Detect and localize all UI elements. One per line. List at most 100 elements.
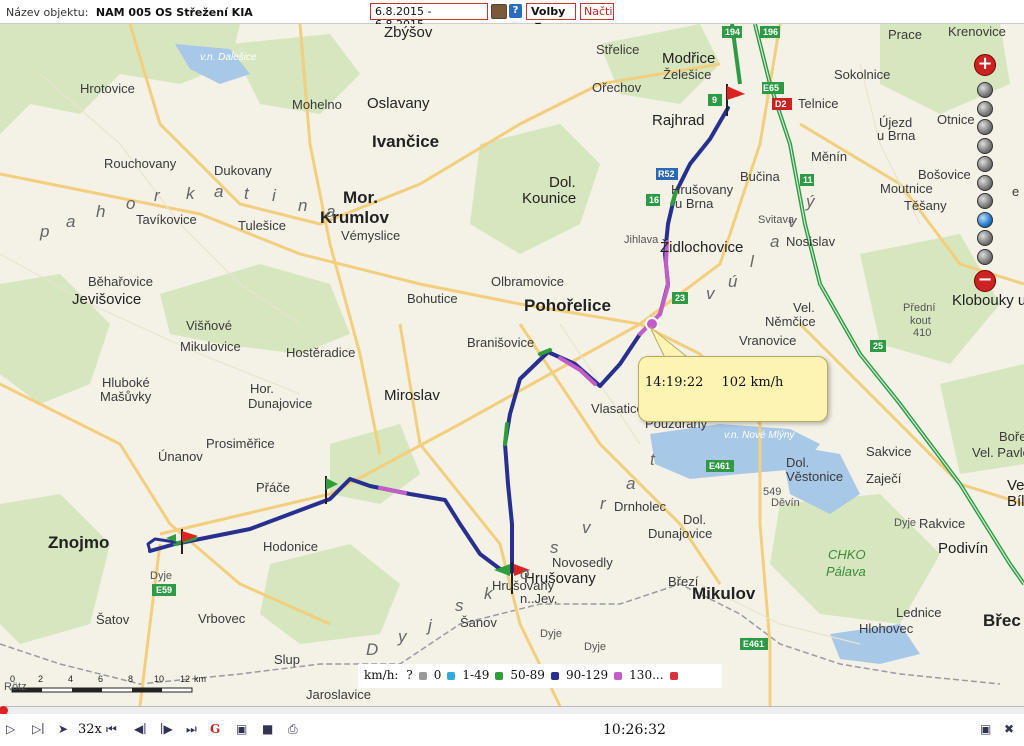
google-earth-icon[interactable]: G (210, 722, 220, 738)
place-label: Sokolnice (834, 67, 891, 82)
zoom-level-dot[interactable] (977, 174, 993, 191)
zoom-level-dot[interactable] (977, 119, 993, 135)
legend-label: ? (406, 668, 413, 682)
place-label: Dol. (683, 512, 707, 527)
place-label: Věstonice (786, 469, 844, 484)
scale-tick: 12 (180, 674, 191, 684)
help-icon[interactable]: ? (509, 4, 522, 18)
close-icon[interactable]: ✖ (1004, 722, 1014, 738)
scale-tick: 6 (98, 674, 104, 684)
place-label: Mašůvky (100, 389, 152, 404)
place-label: Moutnice (880, 181, 933, 196)
place-label: u Brna (877, 128, 916, 143)
place-label: Dyje (584, 641, 607, 653)
place-label: Vranovice (739, 333, 797, 348)
play-icon[interactable]: ▷ (6, 722, 15, 738)
print-icon[interactable]: ⎙ (288, 722, 298, 738)
zoom-level-dot[interactable] (977, 100, 993, 117)
road-number-badge: D2 (775, 99, 787, 109)
region-label-letter: D (366, 640, 381, 659)
place-label: Nosislav (786, 234, 836, 249)
zoom-level-dot[interactable] (977, 82, 993, 98)
zoom-level-dot[interactable] (977, 248, 993, 265)
options-select-label: Volby (531, 5, 566, 18)
place-label: Vlasatice (591, 401, 644, 416)
place-label: Oslavany (367, 95, 430, 112)
zoom-out-button[interactable]: − (974, 270, 996, 292)
legend-label: 90-129 (565, 668, 609, 682)
region-label-letter: t (244, 184, 251, 203)
place-label: Šatov (96, 612, 130, 627)
road-number-badge: E461 (709, 461, 731, 471)
step-forward-icon[interactable]: ∣▶ (160, 722, 173, 738)
place-label: Rouchovany (104, 156, 177, 171)
place-label: Tavíkovice (136, 212, 197, 227)
place-label: CHKO (828, 547, 866, 562)
region-label-letter: p (40, 222, 52, 241)
forward-end-icon[interactable]: ⏭ (186, 722, 197, 738)
date-range-input[interactable]: 6.8.2015 - 6.8.2015 (370, 3, 488, 31)
legend-label: 1-49 (462, 668, 490, 682)
place-label: Višňové (186, 318, 233, 333)
window-icon[interactable]: ▣ (236, 722, 247, 738)
place-label: Lednice (896, 605, 942, 620)
place-label: Ořechov (592, 80, 642, 95)
save-icon[interactable]: ■ (262, 722, 273, 738)
playback-speed[interactable]: 32x (78, 722, 102, 737)
place-label: Modřice (662, 50, 716, 67)
zoom-level-dot[interactable] (977, 193, 993, 209)
place-label: Mohelno (292, 97, 342, 112)
place-label: u Brna (675, 196, 714, 211)
rewind-start-icon[interactable]: ⏮ (106, 722, 117, 738)
place-label: Klobouky u (952, 292, 1024, 309)
step-back-icon[interactable]: ◀∣ (134, 722, 147, 738)
map-view[interactable]: Zbýšov Střelice Modřice Želešice Prace Sokoln… (0, 24, 1024, 706)
scale-tick: 2 (38, 674, 44, 684)
region-label-letter: v (582, 518, 593, 537)
place-label: Tulešice (238, 218, 286, 233)
road-number-badge: 16 (649, 195, 660, 205)
legend-label: 50-89 (510, 668, 545, 682)
playback-progress[interactable] (0, 706, 1024, 715)
options-select[interactable]: Volby ▼ (526, 3, 576, 30)
scale-tick: 8 (128, 674, 134, 684)
load-button[interactable]: Načti (580, 3, 614, 20)
place-label: Běhařovice (88, 274, 154, 289)
object-name-value: NAM 005 OS Střežení KIA (95, 6, 253, 19)
place-label: Přední (903, 302, 936, 314)
zoom-level-dot[interactable] (977, 156, 993, 172)
place-label: Břec (983, 611, 1021, 630)
place-label: Mikulov (692, 584, 756, 603)
region-label-letter: r (600, 494, 608, 513)
place-label: kout (910, 315, 931, 327)
place-label: v.n. Dalešice (200, 52, 257, 63)
place-label: Hluboké (102, 375, 150, 390)
legend-swatch (447, 671, 456, 680)
place-label: Vel. (793, 300, 815, 315)
step-icon[interactable]: ▷∣ (32, 722, 45, 738)
zoom-level-dot[interactable] (977, 230, 993, 246)
place-label: Jaroslavice (306, 687, 372, 702)
place-label: Hrušovany (671, 182, 734, 197)
calendar-icon[interactable] (491, 4, 507, 19)
place-label: n..Jev. (520, 591, 558, 606)
place-label: e (1012, 184, 1020, 199)
region-label-letter: r (154, 186, 162, 205)
place-label: Bošovice (918, 167, 971, 182)
road-number-badge: 196 (763, 27, 779, 37)
zoom-in-button[interactable]: + (974, 54, 996, 76)
window-icon[interactable]: ▣ (980, 722, 991, 738)
position-tooltip: 14:19:22 102 km/h (638, 356, 828, 422)
playback-time: 10:26:32 (603, 722, 666, 738)
place-label: Střelice (596, 42, 640, 57)
object-label-text: Název objektu: (6, 6, 89, 19)
pointer-icon[interactable]: ➤ (58, 722, 68, 738)
region-label-letter: a (214, 182, 226, 201)
place-label: Miroslav (384, 387, 440, 404)
region-label-letter: k (186, 184, 197, 203)
place-label: Drnholec (614, 499, 667, 514)
legend-title: km/h: (364, 668, 399, 682)
zoom-level-dot[interactable] (977, 211, 993, 228)
legend-swatch (550, 671, 559, 680)
zoom-level-dot[interactable] (977, 137, 993, 154)
